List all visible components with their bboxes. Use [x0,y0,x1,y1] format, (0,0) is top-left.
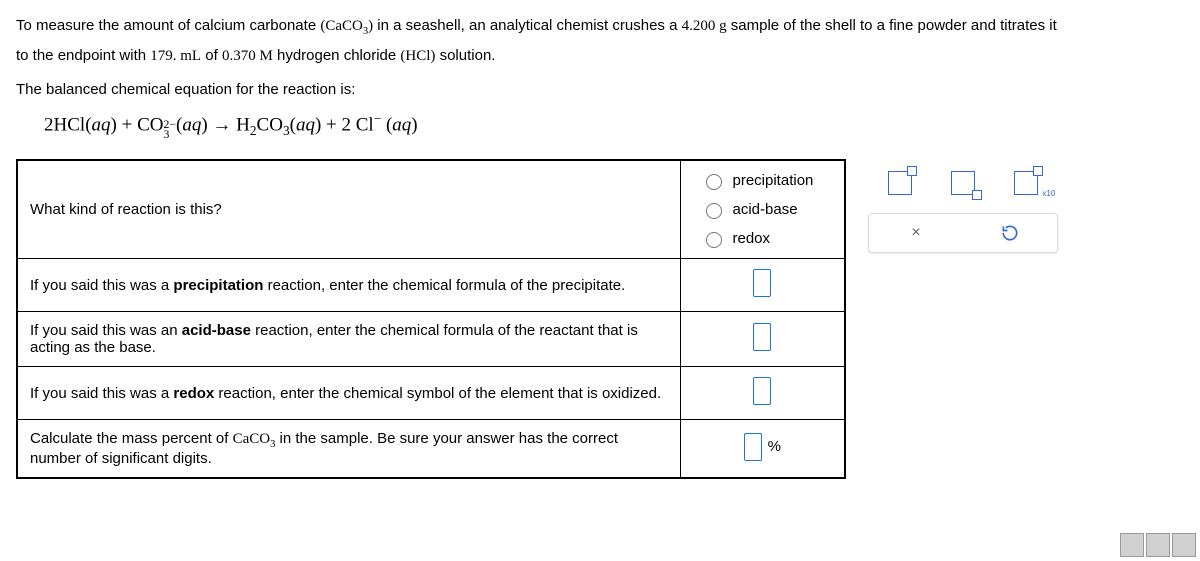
radio-precipitation[interactable]: precipitation [701,171,814,190]
subscript-button[interactable] [943,163,983,203]
footer-thumbnails [1120,533,1196,557]
clear-button[interactable]: × [874,213,959,253]
close-icon: × [911,224,920,242]
q1-prompt: What kind of reaction is this? [17,160,680,259]
reaction-type-group: precipitation acid-base redox [693,171,833,248]
precipitate-input[interactable] [753,269,771,297]
q3-prompt: If you said this was an acid-base reacti… [17,312,680,367]
q5-prompt: Calculate the mass percent of CaCO3 in t… [17,420,680,479]
text: solution. [435,47,495,64]
text: hydrogen chloride [273,47,401,64]
text: sample of the shell to a fine powder and… [727,17,1057,34]
balanced-equation: 2HCl(aq) + CO2−3(aq) → H2CO3(aq) + 2 Cl−… [44,111,1184,141]
text: of [201,47,222,64]
format-toolbox: x10 × [868,159,1058,253]
oxidized-input[interactable] [753,377,771,405]
text: The balanced chemical equation for the r… [16,76,1184,103]
problem-statement: To measure the amount of calcium carbona… [16,12,1184,103]
question-table: What kind of reaction is this? precipita… [16,159,846,479]
thumbnail-icon[interactable] [1146,533,1170,557]
reset-icon [1000,223,1020,243]
text: to the endpoint with [16,47,150,64]
thumbnail-icon[interactable] [1120,533,1144,557]
reset-button[interactable] [968,213,1053,253]
q2-prompt: If you said this was a precipitation rea… [17,259,680,312]
base-input[interactable] [753,323,771,351]
sci-notation-button[interactable]: x10 [1006,163,1046,203]
superscript-button[interactable] [880,163,920,203]
q4-prompt: If you said this was a redox reaction, e… [17,367,680,420]
radio-acid-base[interactable]: acid-base [701,200,798,219]
text: To measure the amount of calcium carbona… [16,17,320,34]
mass-percent-input[interactable] [744,433,762,461]
percent-label: % [768,438,781,455]
thumbnail-icon[interactable] [1172,533,1196,557]
text: in a seashell, an analytical chemist cru… [373,17,682,34]
radio-redox[interactable]: redox [701,229,771,248]
